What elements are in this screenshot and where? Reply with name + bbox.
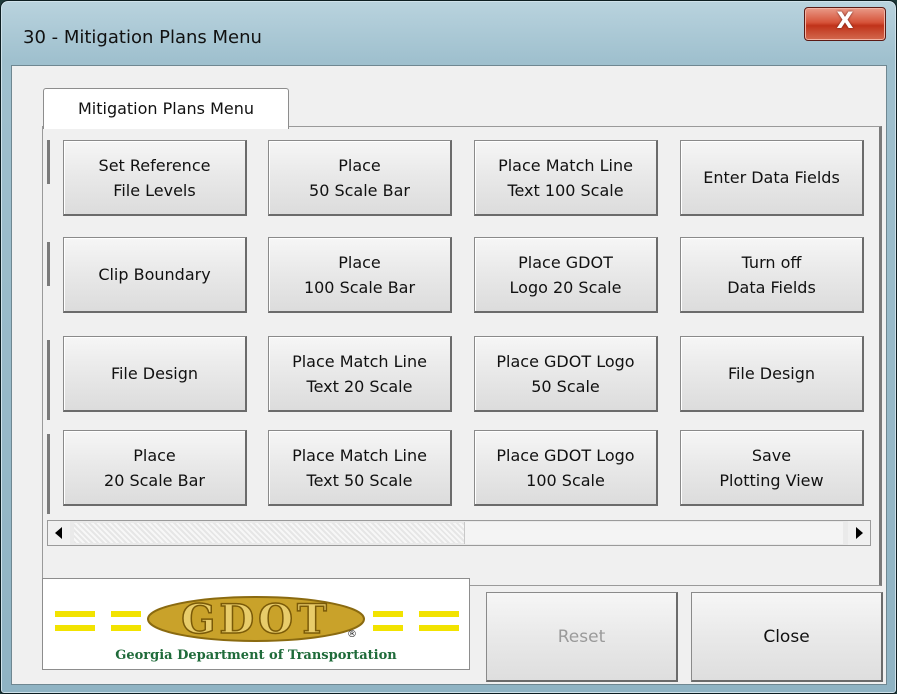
gdot-caption: Georgia Department of Transportation	[115, 648, 397, 663]
place-50-scale-bar-button[interactable]: Place 50 Scale Bar	[268, 140, 452, 216]
dialog-window: 30 - Mitigation Plans Menu X Mitigation …	[0, 0, 897, 694]
gdot-logo: GDOT ® Georgia Department of Transportat…	[42, 578, 470, 670]
place-gdot-logo-100-scale-button[interactable]: Place GDOT Logo 100 Scale	[474, 430, 658, 506]
scroll-left-icon	[55, 527, 62, 539]
place-match-line-text-100-scale-button[interactable]: Place Match Line Text 100 Scale	[474, 140, 658, 216]
clipped-button-edge	[47, 434, 50, 514]
horizontal-scrollbar[interactable]	[47, 520, 871, 546]
save-plotting-view-button[interactable]: Save Plotting View	[680, 430, 864, 506]
place-100-scale-bar-button[interactable]: Place 100 Scale Bar	[268, 237, 452, 313]
window-title: 30 - Mitigation Plans Menu	[23, 27, 262, 48]
file-design-button[interactable]: File Design	[63, 336, 247, 412]
clipped-button-edge	[47, 340, 50, 420]
place-gdot-logo-50-scale-button[interactable]: Place GDOT Logo 50 Scale	[474, 336, 658, 412]
place-match-line-text-20-scale-button[interactable]: Place Match Line Text 20 Scale	[268, 336, 452, 412]
enter-data-fields-button[interactable]: Enter Data Fields	[680, 140, 864, 216]
turn-off-data-fields-button[interactable]: Turn off Data Fields	[680, 237, 864, 313]
window-close-button[interactable]: X	[804, 7, 886, 41]
tab-mitigation-plans-menu[interactable]: Mitigation Plans Menu	[43, 88, 289, 129]
set-reference-file-levels-button[interactable]: Set Reference File Levels	[63, 140, 247, 216]
gdot-wordmark: GDOT	[181, 596, 330, 643]
dialog-client-area: Mitigation Plans Menu Set Reference File…	[11, 65, 887, 685]
tab-panel: Set Reference File Levels Place 50 Scale…	[42, 126, 882, 586]
scroll-right-icon	[856, 527, 863, 539]
close-icon: X	[836, 9, 854, 34]
gdot-logo-image: GDOT ® Georgia Department of Transportat…	[55, 595, 459, 663]
clipped-button-edge	[47, 140, 50, 184]
place-gdot-logo-20-scale-button[interactable]: Place GDOT Logo 20 Scale	[474, 237, 658, 313]
clip-boundary-button[interactable]: Clip Boundary	[63, 237, 247, 313]
scroll-left-button[interactable]	[48, 521, 70, 545]
registered-mark: ®	[347, 629, 357, 640]
title-bar[interactable]: 30 - Mitigation Plans Menu X	[1, 1, 896, 65]
reset-button[interactable]: Reset	[486, 592, 678, 682]
place-match-line-text-50-scale-button[interactable]: Place Match Line Text 50 Scale	[268, 430, 452, 506]
scroll-thumb[interactable]	[464, 522, 843, 544]
tab-label: Mitigation Plans Menu	[77, 99, 255, 118]
clipped-button-edge	[47, 242, 50, 286]
scroll-right-button[interactable]	[848, 521, 870, 545]
scroll-track[interactable]	[74, 523, 464, 543]
file-design-button-2[interactable]: File Design	[680, 336, 864, 412]
place-20-scale-bar-button[interactable]: Place 20 Scale Bar	[63, 430, 247, 506]
close-button[interactable]: Close	[691, 592, 883, 682]
